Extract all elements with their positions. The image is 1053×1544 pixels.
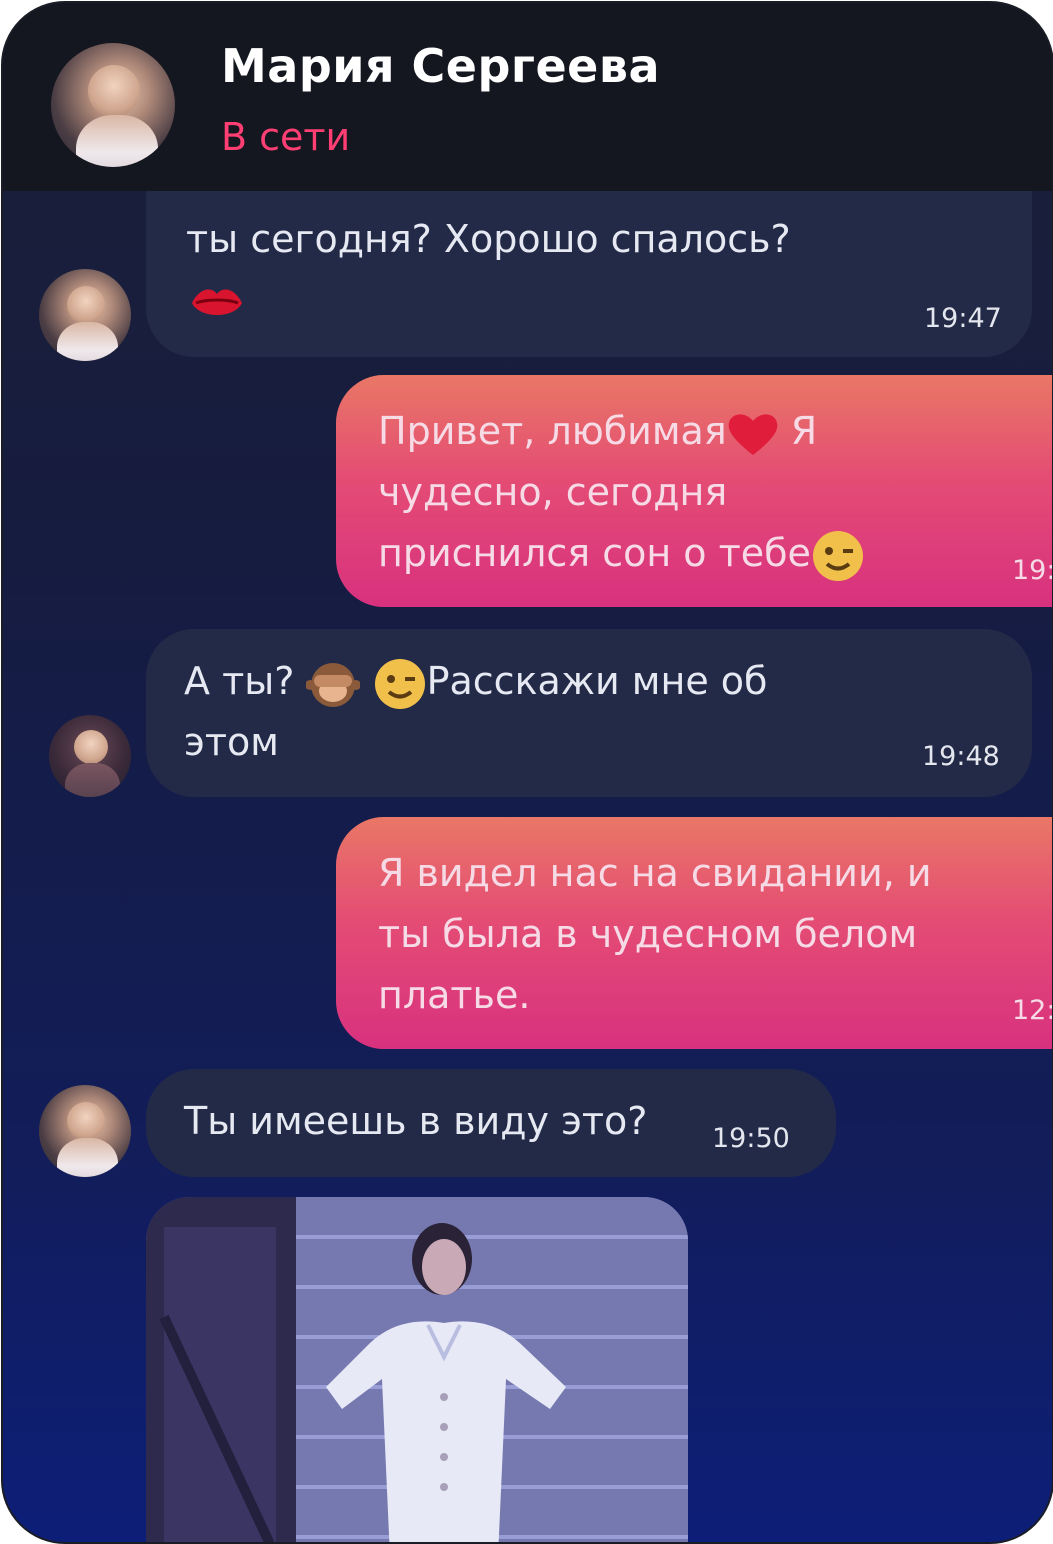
- kiss-lips-icon: [192, 289, 242, 315]
- winking-face-icon: [374, 658, 425, 709]
- sender-avatar[interactable]: [39, 269, 131, 361]
- message-line: приснился сон о тебе: [378, 531, 811, 575]
- message-line: платье.: [378, 973, 531, 1017]
- message-bubble-incoming: Ты имеешь в виду это? 19:50: [146, 1069, 836, 1177]
- sender-avatar[interactable]: [39, 1085, 131, 1177]
- message-time: 19:48: [922, 741, 1000, 772]
- photo-attachment[interactable]: [146, 1197, 688, 1542]
- message-line: Привет, любимая: [378, 409, 727, 453]
- message-time: 19:47: [924, 303, 1002, 334]
- message-text: Привет, любимая Я чудесно, сегодня присн…: [378, 401, 865, 584]
- online-status: В сети: [221, 115, 351, 159]
- message-line: Я: [790, 409, 818, 453]
- message-bubble-outgoing: Я видел нас на свидании, и ты была в чуд…: [336, 817, 1053, 1049]
- contact-name[interactable]: Мария Сергеева: [221, 39, 660, 93]
- message-time: 19:50: [712, 1123, 790, 1154]
- message-line: А ты?: [184, 659, 295, 703]
- chat-window: Мария Сергеева В сети ты сегодня? Хорошо…: [1, 1, 1053, 1544]
- contact-avatar[interactable]: [51, 43, 175, 167]
- message-bubble-incoming: А ты? Расскажи мне об этом 19:48: [146, 629, 1032, 797]
- message-text: Я видел нас на свидании, и ты была в чуд…: [378, 843, 932, 1026]
- photo-image: [146, 1197, 688, 1542]
- see-no-evil-monkey-icon: [306, 662, 361, 707]
- message-text: ты сегодня? Хорошо спалось?: [186, 217, 791, 261]
- message-text: А ты? Расскажи мне об этом: [184, 651, 767, 773]
- message-line: чудесно, сегодня: [378, 470, 728, 514]
- message-line: ты была в чудесном белом: [378, 912, 918, 956]
- message-line: Я видел нас на свидании, и: [378, 851, 932, 895]
- chat-header: Мария Сергеева В сети: [3, 3, 1052, 191]
- message-time: 12:: [1012, 995, 1053, 1026]
- message-line: Расскажи мне об: [426, 659, 768, 703]
- message-text: Ты имеешь в виду это?: [184, 1099, 648, 1143]
- message-line: этом: [184, 720, 279, 764]
- message-bubble-outgoing: Привет, любимая Я чудесно, сегодня присн…: [336, 375, 1053, 607]
- sender-avatar[interactable]: [49, 715, 131, 797]
- message-time: 19:: [1012, 555, 1053, 586]
- winking-face-icon: [812, 530, 863, 581]
- heart-icon: [728, 413, 777, 455]
